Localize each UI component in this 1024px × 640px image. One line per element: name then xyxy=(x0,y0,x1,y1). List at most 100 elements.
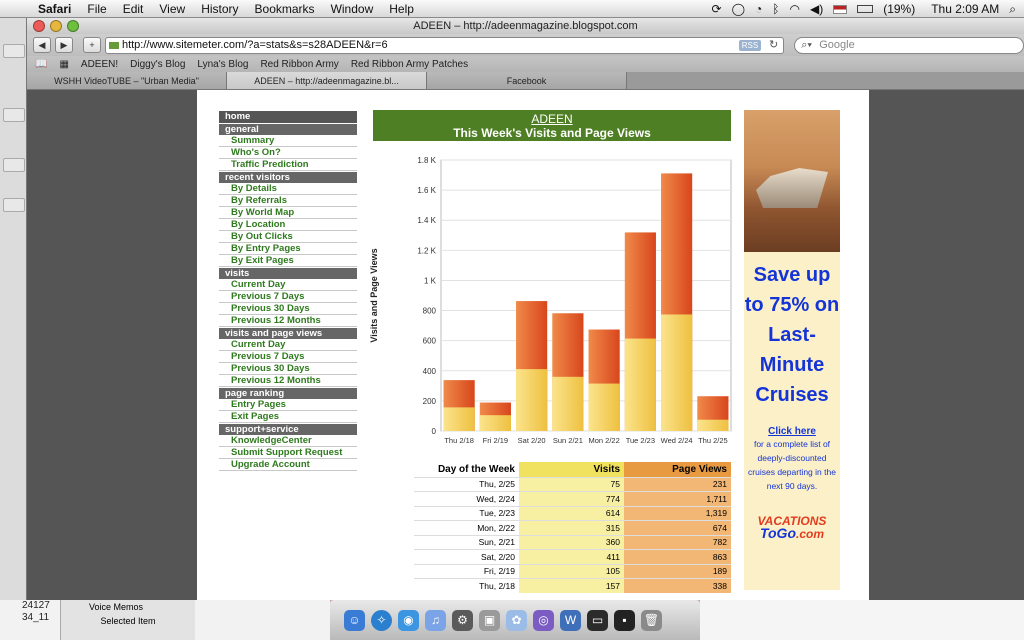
rss-button[interactable]: RSS xyxy=(738,39,762,51)
iphoto-icon[interactable]: ✿ xyxy=(506,609,527,631)
nav-link-17[interactable]: Previous 12 Months xyxy=(219,315,357,327)
safari-icon[interactable]: ✧ xyxy=(371,609,392,631)
nav-link-7[interactable]: By Referrals xyxy=(219,195,357,207)
nav-link-20[interactable]: Previous 7 Days xyxy=(219,351,357,363)
wifi-icon[interactable]: ◠ xyxy=(789,2,799,16)
clock-icon[interactable]: ◔ xyxy=(755,2,762,16)
system-preferences-icon[interactable]: ⚙ xyxy=(452,609,473,631)
cruise-ship-image[interactable] xyxy=(744,110,840,252)
menu-window[interactable]: Window xyxy=(323,2,382,16)
minimize-button[interactable] xyxy=(50,20,62,32)
book-icon[interactable]: 📖 xyxy=(35,59,47,70)
menu-history[interactable]: History xyxy=(193,2,246,16)
nav-section-23: page ranking xyxy=(219,388,357,399)
bookmark-adeen[interactable]: ADEEN! xyxy=(81,59,118,70)
ad-subtext: for a complete list of deeply-discounted… xyxy=(748,439,836,491)
bookmark-red-ribbon-army[interactable]: Red Ribbon Army xyxy=(260,59,338,70)
bookmark-red-ribbon-army-patches[interactable]: Red Ribbon Army Patches xyxy=(351,59,468,70)
nav-section-0[interactable]: home xyxy=(219,111,357,123)
trash-icon[interactable]: 🗑 xyxy=(641,609,662,631)
nav-link-8[interactable]: By World Map xyxy=(219,207,357,219)
site-link[interactable]: ADEEN xyxy=(373,112,731,126)
nav-link-6[interactable]: By Details xyxy=(219,183,357,195)
ad-click-here-link[interactable]: Click here xyxy=(744,426,840,437)
nav-link-27[interactable]: KnowledgeCenter xyxy=(219,435,357,447)
folder-icon[interactable] xyxy=(3,198,25,212)
add-bookmark-button[interactable]: + xyxy=(82,37,101,53)
url-field[interactable]: http://www.sitemeter.com/?a=stats&s=s28A… xyxy=(104,36,785,54)
row-day: Thu, 2/25 xyxy=(414,476,519,492)
row-day: Fri, 2/19 xyxy=(414,563,519,579)
nav-link-4[interactable]: Traffic Prediction xyxy=(219,159,357,171)
nav-link-28[interactable]: Submit Support Request xyxy=(219,447,357,459)
nav-link-11[interactable]: By Entry Pages xyxy=(219,243,357,255)
cruise-ad[interactable]: Save up to 75% on Last-Minute Cruises Cl… xyxy=(744,110,840,590)
nav-link-2[interactable]: Summary xyxy=(219,135,357,147)
preview-icon[interactable]: ▣ xyxy=(479,609,500,631)
clock[interactable]: Thu 2:09 AM xyxy=(931,2,999,16)
back-button[interactable]: ◀ xyxy=(33,37,51,53)
toolbar: ◀ ▶ + http://www.sitemeter.com/?a=stats&… xyxy=(27,34,1024,56)
spotlight-icon[interactable]: ⌕ xyxy=(1009,2,1016,17)
nav-link-9[interactable]: By Location xyxy=(219,219,357,231)
ad-headline[interactable]: Save up to 75% on Last-Minute Cruises xyxy=(744,252,840,410)
nav-link-12[interactable]: By Exit Pages xyxy=(219,255,357,267)
terminal-icon[interactable]: ▭ xyxy=(587,609,608,631)
nav-link-19[interactable]: Current Day xyxy=(219,339,357,351)
menu-file[interactable]: File xyxy=(79,2,114,16)
battery-icon[interactable] xyxy=(857,5,874,13)
finder-icon[interactable]: ☺ xyxy=(344,609,365,631)
grid-icon[interactable]: ▦ xyxy=(59,59,68,70)
bar-visits xyxy=(661,314,693,431)
bookmark-lynas-blog[interactable]: Lyna's Blog xyxy=(197,59,248,70)
word-icon[interactable]: W xyxy=(560,609,581,631)
nav-link-3[interactable]: Who's On? xyxy=(219,147,357,159)
x-tick-label: Mon 2/22 xyxy=(588,436,619,445)
nav-link-29[interactable]: Upgrade Account xyxy=(219,459,357,471)
nav-link-22[interactable]: Previous 12 Months xyxy=(219,375,357,387)
folder-icon[interactable] xyxy=(3,158,25,172)
reload-icon[interactable]: ↻ xyxy=(769,38,778,53)
nav-link-24[interactable]: Entry Pages xyxy=(219,399,357,411)
nav-link-10[interactable]: By Out Clicks xyxy=(219,231,357,243)
tab-facebook[interactable]: Facebook xyxy=(427,72,627,89)
nav-link-25[interactable]: Exit Pages xyxy=(219,411,357,423)
chart-title: This Week's Visits and Page Views xyxy=(453,126,651,140)
menu-edit[interactable]: Edit xyxy=(115,2,152,16)
source-panel: Voice Memos Selected Item xyxy=(60,600,195,640)
menu-bookmarks[interactable]: Bookmarks xyxy=(247,2,323,16)
tab-adeen[interactable]: ADEEN – http://adeenmagazine.bl... xyxy=(227,72,427,89)
chat-icon[interactable]: ◯ xyxy=(732,2,745,16)
menu-help[interactable]: Help xyxy=(381,2,422,16)
menu-app[interactable]: Safari xyxy=(30,2,79,16)
y-tick-label: 800 xyxy=(423,307,437,316)
app-icon[interactable]: ◎ xyxy=(533,609,554,631)
bluetooth-icon[interactable]: ᛒ xyxy=(772,2,779,16)
search-input[interactable]: ⌕▾ Google xyxy=(794,36,1024,54)
voice-memos-item[interactable]: Voice Memos xyxy=(61,600,195,614)
row-day: Thu, 2/18 xyxy=(414,578,519,593)
forward-button[interactable]: ▶ xyxy=(54,37,73,53)
itunes-icon[interactable]: ♫ xyxy=(425,609,446,631)
zoom-button[interactable] xyxy=(67,20,79,32)
menu-view[interactable]: View xyxy=(151,2,193,16)
ichat-icon[interactable]: ◉ xyxy=(398,609,419,631)
nav-link-21[interactable]: Previous 30 Days xyxy=(219,363,357,375)
folder-icon[interactable] xyxy=(3,108,25,122)
nav-link-15[interactable]: Previous 7 Days xyxy=(219,291,357,303)
nav-link-14[interactable]: Current Day xyxy=(219,279,357,291)
bookmark-diggys-blog[interactable]: Diggy's Blog xyxy=(130,59,185,70)
mail-icon[interactable] xyxy=(3,44,25,58)
sync-icon[interactable]: ⟳ xyxy=(712,2,722,16)
desktop-bottom xyxy=(700,600,1024,640)
tab-wshh[interactable]: WSHH VideoTUBE – "Urban Media" xyxy=(27,72,227,89)
row-page-views: 1,711 xyxy=(624,491,731,506)
vacations-to-go-logo[interactable]: VACATIONS ToGo.com xyxy=(744,515,840,540)
row-page-views: 189 xyxy=(624,563,731,579)
flag-icon[interactable] xyxy=(833,4,848,14)
app-icon-2[interactable]: ▪ xyxy=(614,609,635,631)
y-tick-label: 0 xyxy=(432,427,437,436)
volume-icon[interactable]: ◀) xyxy=(810,2,823,16)
nav-link-16[interactable]: Previous 30 Days xyxy=(219,303,357,315)
close-button[interactable] xyxy=(33,20,45,32)
